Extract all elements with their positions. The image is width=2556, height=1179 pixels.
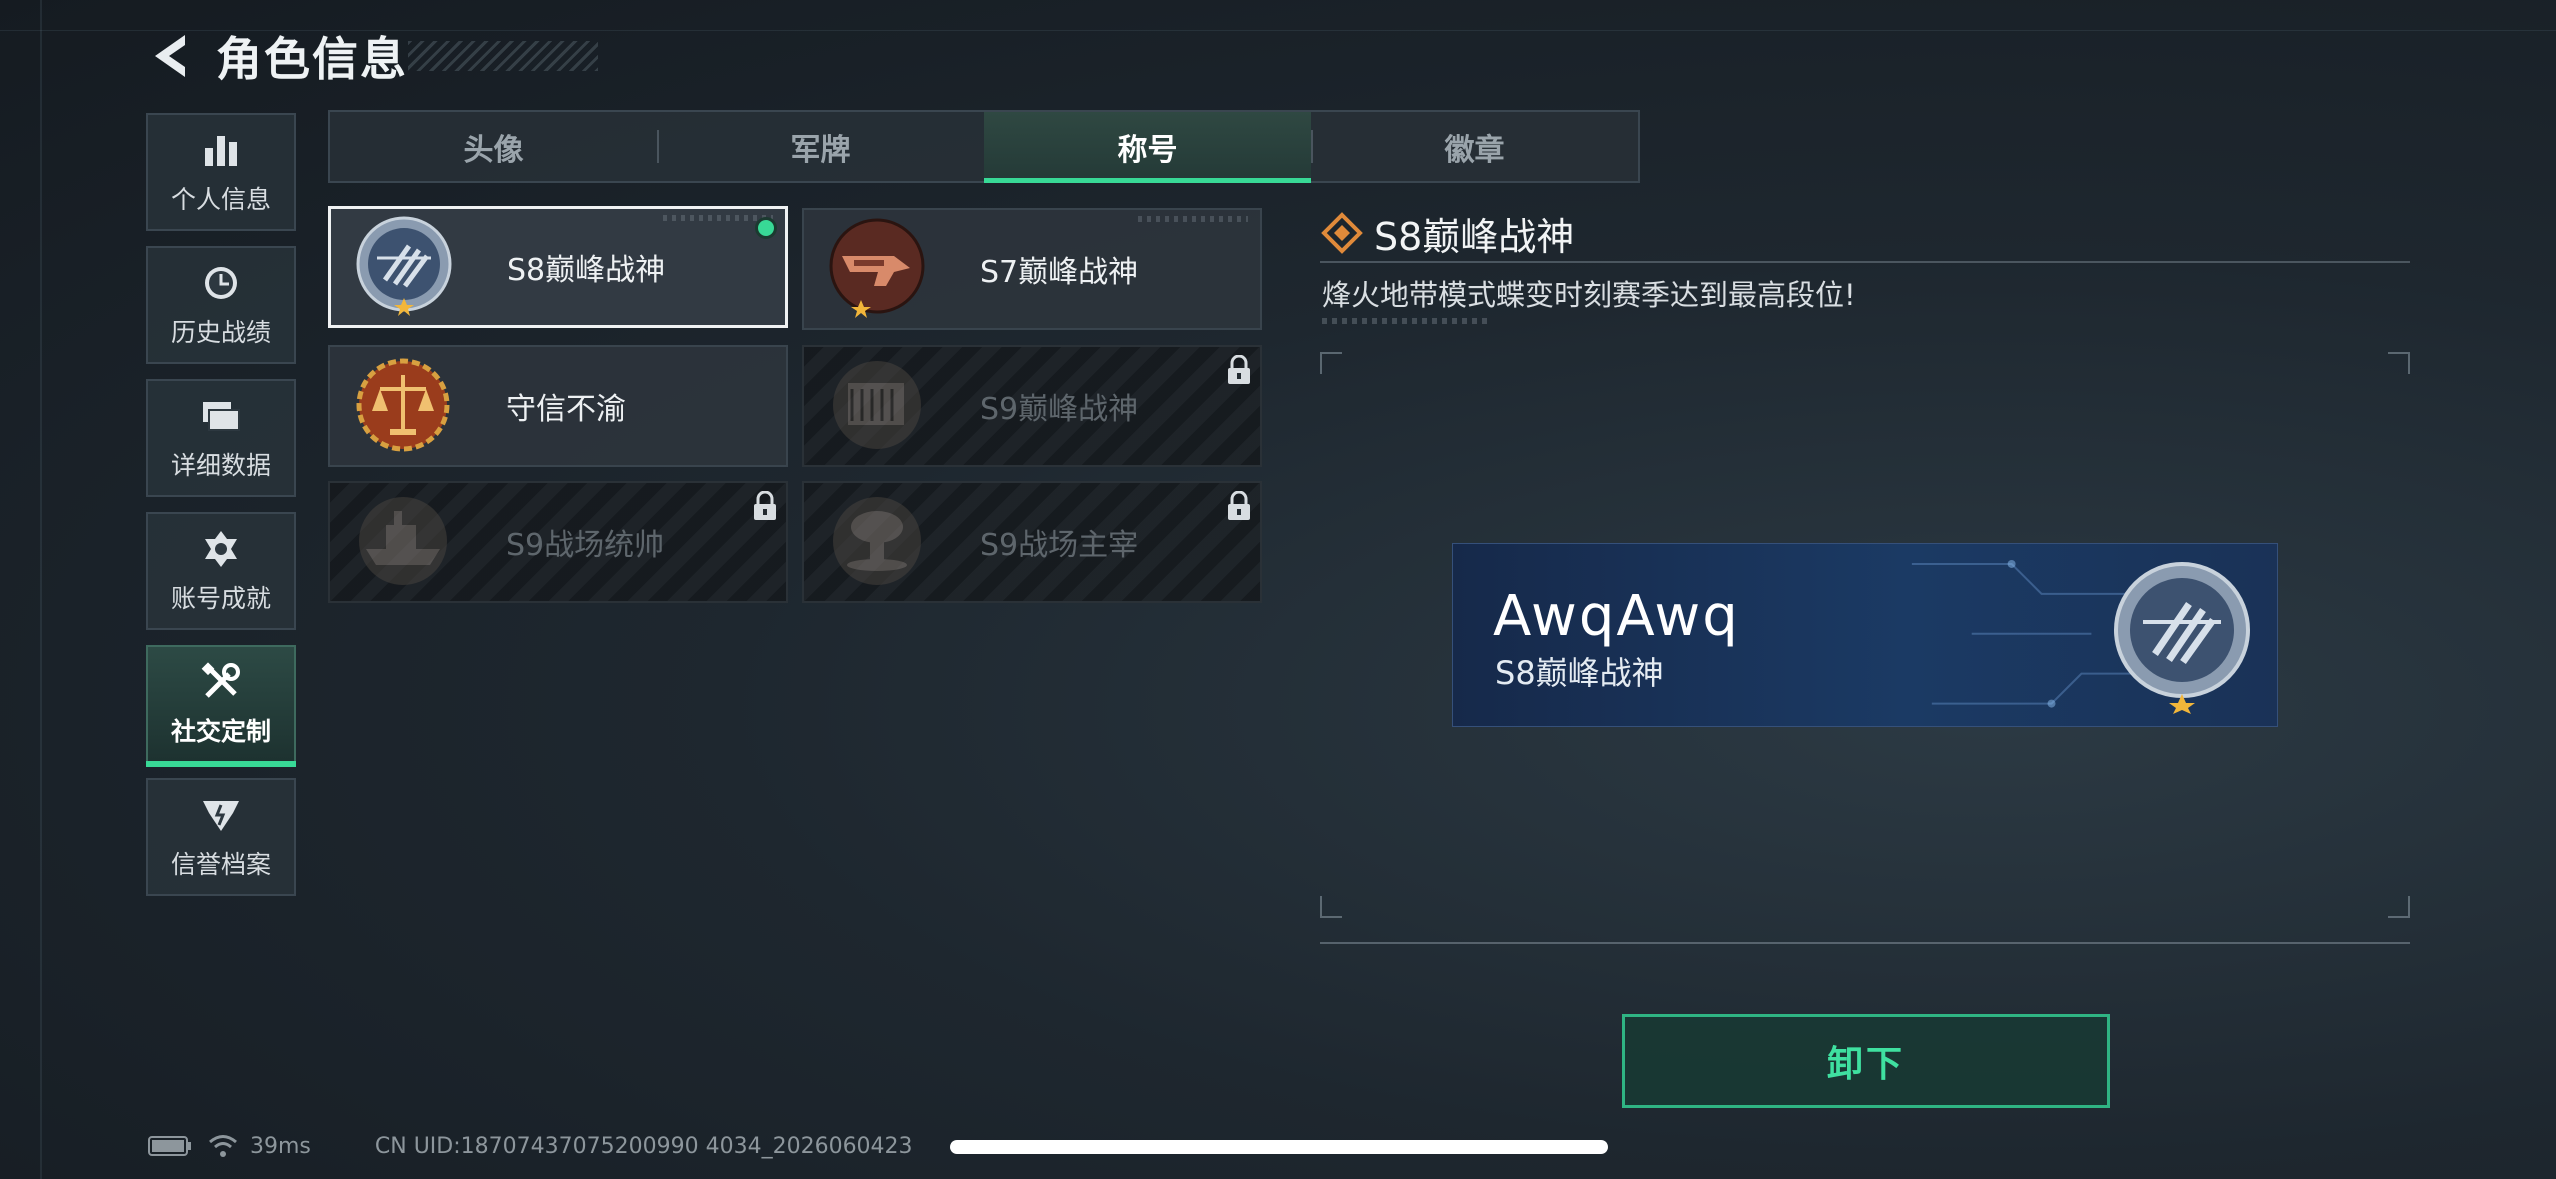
back-arrow-icon[interactable] [140, 26, 200, 86]
frame-corner [2388, 896, 2410, 918]
frame-corner [1320, 352, 1342, 374]
title-card-s8[interactable]: S8巅峰战神 [328, 206, 788, 328]
title-card-s9-peak[interactable]: S9巅峰战神 [802, 345, 1262, 467]
ping-readout: 39ms [250, 1133, 311, 1159]
home-indicator[interactable] [950, 1140, 1608, 1154]
scales-emblem-icon [356, 358, 450, 452]
sidebar-item-social-custom[interactable]: 社交定制 [146, 645, 296, 767]
nameplate-preview: AwqAwq S8巅峰战神 [1452, 543, 2278, 727]
card-stripe [1138, 216, 1248, 222]
title-card-name: S7巅峰战神 [980, 255, 1139, 290]
description-stripe [1322, 318, 1487, 324]
s9-building-emblem-icon [833, 361, 921, 449]
sidebar-item-label: 个人信息 [170, 185, 271, 214]
unequip-button[interactable]: 卸下 [1622, 1014, 2110, 1108]
sidebar-item-label: 账号成就 [170, 584, 271, 613]
sidebar-item-label: 历史战绩 [170, 318, 271, 347]
sidebar-item-achievements[interactable]: 账号成就 [146, 512, 296, 630]
sidebar-item-label: 详细数据 [170, 451, 271, 480]
title-card-name: S9巅峰战神 [980, 392, 1139, 427]
s7-emblem-icon [829, 218, 925, 318]
sidebar-item-match-history[interactable]: 历史战绩 [146, 246, 296, 364]
tab-badge[interactable]: 徽章 [1311, 112, 1638, 181]
title-card-name: S8巅峰战神 [507, 253, 666, 288]
lock-icon [754, 491, 776, 520]
detail-description: 烽火地带模式蝶变时刻赛季达到最高段位! [1322, 278, 1856, 312]
title-card-trustworthy[interactable]: 守信不渝 [328, 345, 788, 467]
title-card-s7[interactable]: S7巅峰战神 [802, 208, 1262, 330]
medal-icon [205, 531, 237, 567]
player-name: AwqAwq [1493, 584, 1740, 649]
s8-emblem-icon [356, 216, 452, 316]
tools-icon [201, 662, 240, 698]
title-card-name: S9战场主宰 [980, 528, 1139, 563]
sidebar-item-credit-file[interactable]: 信誉档案 [146, 778, 296, 896]
title-stripes [408, 40, 598, 71]
equipped-indicator [755, 217, 777, 239]
bg-grid-line [40, 0, 42, 1179]
bar-chart-icon [205, 136, 237, 166]
status-bar: 39ms CN UID:18707437075200990 4034_20260… [148, 1128, 913, 1164]
shield-wing-icon [203, 801, 239, 831]
uid-text: CN UID:18707437075200990 4034_2026060423 [374, 1133, 913, 1159]
s9-mushroom-emblem-icon [833, 497, 921, 585]
title-card-name: S9战场统帅 [506, 528, 665, 563]
s8-emblem-icon [2114, 562, 2250, 714]
diamond-icon [1321, 212, 1363, 254]
sidebar-item-label: 信誉档案 [170, 850, 271, 879]
frame-corner [2388, 352, 2410, 374]
detail-title: S8巅峰战神 [1374, 214, 1575, 259]
sidebar-item-detailed-data[interactable]: 详细数据 [146, 379, 296, 497]
battery-icon [148, 1136, 191, 1156]
title-card-s9-commander[interactable]: S9战场统帅 [328, 481, 788, 603]
tab-avatar[interactable]: 头像 [330, 112, 657, 181]
title-card-s9-ruler[interactable]: S9战场主宰 [802, 481, 1262, 603]
tab-title[interactable]: 称号 [984, 112, 1311, 183]
lock-icon [1228, 355, 1250, 384]
sidebar-item-personal-info[interactable]: 个人信息 [146, 113, 296, 231]
detail-divider [1320, 942, 2410, 944]
header: 角色信息 [140, 18, 598, 93]
tab-bar: 头像 军牌 称号 徽章 [328, 110, 1640, 183]
sidebar-item-label: 社交定制 [170, 717, 271, 746]
title-card-name: 守信不渝 [506, 392, 626, 427]
sidebar: 个人信息 历史战绩 详细数据 账号成就 社交定制 信誉档案 [146, 113, 296, 911]
detail-header: S8巅峰战神 [1320, 205, 2410, 263]
frame-corner [1320, 896, 1342, 918]
lock-icon [1228, 491, 1250, 520]
s9-ship-emblem-icon [359, 497, 447, 585]
folders-icon [203, 402, 240, 431]
page-title: 角色信息 [216, 31, 408, 86]
tab-dog-tag[interactable]: 军牌 [657, 112, 984, 181]
clock-icon [205, 267, 237, 299]
wifi-icon [209, 1135, 237, 1157]
player-title: S8巅峰战神 [1495, 654, 1664, 692]
